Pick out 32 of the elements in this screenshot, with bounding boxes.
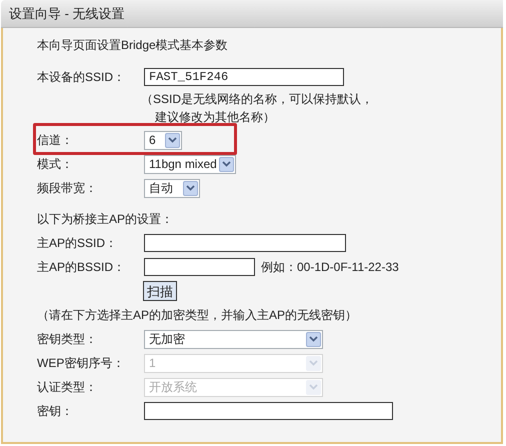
hint-text: 建议修改为其他名称） bbox=[154, 109, 276, 126]
scan-button[interactable]: 扫描 bbox=[143, 281, 177, 301]
field-label: 密钥类型： bbox=[37, 331, 98, 348]
text-field[interactable] bbox=[144, 258, 255, 276]
field-label: 主AP的BSSID： bbox=[37, 259, 126, 276]
text-field[interactable] bbox=[144, 402, 393, 420]
field-label: 主AP的SSID： bbox=[37, 235, 118, 252]
field-label: 本设备的SSID： bbox=[37, 69, 126, 86]
chevron-down-icon bbox=[186, 185, 195, 191]
field-label: 模式： bbox=[37, 156, 74, 173]
dropdown[interactable]: 无加密 bbox=[144, 330, 323, 348]
chevron-down-icon bbox=[309, 336, 318, 342]
hint-text: （SSID是无线网络的名称，可以保持默认， bbox=[141, 91, 374, 108]
dropdown[interactable]: 自动 bbox=[144, 178, 200, 198]
field-label: 密钥： bbox=[37, 403, 74, 420]
chevron-down-icon bbox=[222, 161, 231, 167]
dropdown[interactable]: 6 bbox=[144, 130, 182, 150]
field-label: WEP密钥序号： bbox=[37, 355, 126, 372]
text-field[interactable]: FAST_51F246 bbox=[144, 68, 344, 86]
window-title: 设置向导 - 无线设置 bbox=[9, 4, 125, 23]
field-label: 认证类型： bbox=[37, 379, 98, 396]
field-label: 信道： bbox=[37, 132, 74, 149]
text-line: （请在下方选择主AP的加密类型，并输入主AP的无线密钥） bbox=[37, 307, 358, 324]
chevron-down-icon bbox=[168, 137, 177, 143]
text-field[interactable] bbox=[144, 234, 346, 252]
hint-text: 例如：00-1D-0F-11-22-33 bbox=[261, 259, 399, 276]
dropdown[interactable]: 11bgn mixed bbox=[144, 154, 236, 174]
chevron-down-icon bbox=[309, 360, 318, 366]
text-line: 以下为桥接主AP的设置： bbox=[37, 211, 174, 228]
chevron-down-icon bbox=[309, 384, 318, 390]
field-label: 频段带宽： bbox=[37, 180, 98, 197]
text-line: 本向导页面设置Bridge模式基本参数 bbox=[37, 37, 228, 54]
